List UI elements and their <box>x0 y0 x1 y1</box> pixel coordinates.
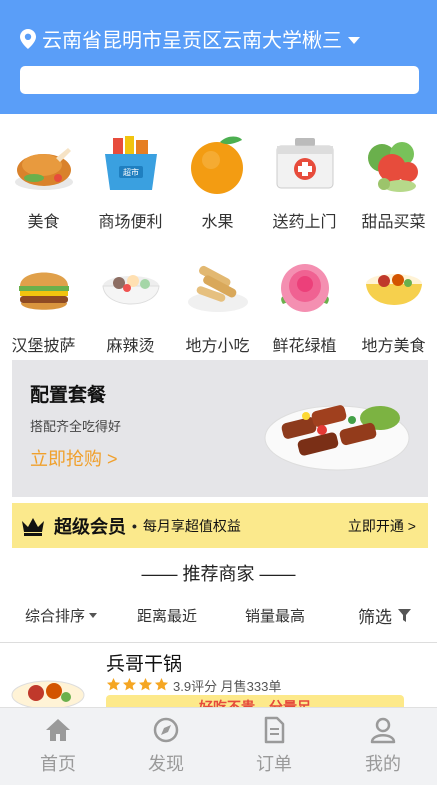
category-burger-pizza[interactable]: 汉堡披萨 <box>0 256 87 356</box>
orange-icon <box>190 136 243 194</box>
sort-distance[interactable]: 距离最近 <box>137 605 197 626</box>
category-label: 地方美食 <box>361 338 426 355</box>
hamburger-icon <box>18 272 69 310</box>
shop-star-rating <box>106 677 170 692</box>
roast-chicken-icon <box>14 148 73 190</box>
category-local-snacks[interactable]: 地方小吃 <box>174 256 261 356</box>
category-convenience-store[interactable]: 超市 商场便利 <box>87 132 174 232</box>
spicy-hotpot-bowl-icon <box>101 275 160 305</box>
star-icon <box>106 677 121 691</box>
category-label: 地方小吃 <box>185 338 250 355</box>
member-subtitle: 每月享超值权益 <box>142 517 241 534</box>
category-label: 送药上门 <box>272 214 337 231</box>
tab-label: 首页 <box>40 754 76 774</box>
category-label: 汉堡披萨 <box>11 338 76 355</box>
compass-icon <box>153 717 179 743</box>
promo-banner[interactable]: 配置套餐 搭配齐全吃得好 立即抢购 > <box>12 360 428 497</box>
promo-buy-button[interactable]: 立即抢购 > <box>30 445 118 471</box>
tab-label: 发现 <box>148 754 184 774</box>
category-label: 麻辣烫 <box>106 338 155 355</box>
chevron-down-icon <box>89 613 98 618</box>
location-selector[interactable]: 云南省昆明市呈贡区云南大学楸三 <box>20 24 360 53</box>
shop-rating-text: 3.9评分 月售333单 <box>173 679 282 694</box>
rose-icon <box>280 264 329 312</box>
category-label: 甜品买菜 <box>361 214 426 231</box>
rice-bowl-icon <box>365 274 422 305</box>
category-medicine[interactable]: 送药上门 <box>261 132 348 232</box>
category-dessert-grocery[interactable]: 甜品买菜 <box>350 132 437 232</box>
sort-filter-bar: 综合排序 距离最近 销量最高 筛选 <box>0 595 437 635</box>
shopping-basket-icon: 超市 <box>104 136 157 190</box>
tab-label: 订单 <box>256 754 292 774</box>
member-title: 超级会员 <box>54 516 126 537</box>
member-separator: • <box>132 517 137 534</box>
crown-icon <box>22 517 44 536</box>
location-text: 云南省昆明市呈贡区云南大学楸三 <box>42 30 342 52</box>
shop-card[interactable]: 兵哥干锅 3.9评分 月售333单 好吃不贵，分量足 <box>0 643 437 713</box>
category-malatang[interactable]: 麻辣烫 <box>87 256 174 356</box>
tab-discover[interactable]: 发现 <box>126 716 206 776</box>
category-fruit[interactable]: 水果 <box>174 132 261 232</box>
star-icon <box>138 677 153 691</box>
tab-label: 我的 <box>365 754 401 774</box>
document-icon <box>264 716 285 744</box>
bottom-tab-bar: 首页 发现 订单 我的 <box>0 707 437 785</box>
sort-sales[interactable]: 销量最高 <box>245 605 305 626</box>
star-icon <box>122 677 137 691</box>
funnel-icon <box>398 609 411 622</box>
search-input[interactable] <box>20 66 419 94</box>
category-label: 商场便利 <box>98 214 163 231</box>
category-label: 鲜花绿植 <box>272 338 337 355</box>
star-icon <box>154 677 169 691</box>
sales-label: 销量最高 <box>245 608 306 625</box>
tab-me[interactable]: 我的 <box>343 716 423 776</box>
filter-button[interactable]: 筛选 <box>358 603 411 628</box>
category-label: 美食 <box>27 214 60 231</box>
location-pin-icon <box>20 28 36 49</box>
distance-label: 距离最近 <box>137 608 198 625</box>
filter-label: 筛选 <box>358 608 392 627</box>
category-flowers-plants[interactable]: 鲜花绿植 <box>261 256 348 356</box>
recommended-shops-heading: —— 推荐商家 —— <box>141 564 296 584</box>
tab-orders[interactable]: 订单 <box>234 716 314 776</box>
spring-rolls-icon <box>187 265 248 312</box>
home-icon <box>46 719 70 741</box>
shop-name: 兵哥干锅 <box>106 654 183 675</box>
category-food[interactable]: 美食 <box>0 132 87 232</box>
activate-member-button[interactable]: 立即开通 > <box>348 516 416 536</box>
promo-subtitle: 搭配齐全吃得好 <box>30 419 122 434</box>
svg-text:超市: 超市 <box>123 167 139 177</box>
vegetables-icon <box>367 142 418 192</box>
user-icon <box>370 717 396 744</box>
sort-label: 综合排序 <box>25 608 86 625</box>
skewer-plate-image <box>264 405 410 471</box>
promo-title: 配置套餐 <box>30 385 107 406</box>
category-label: 水果 <box>201 214 234 231</box>
medicine-box-icon <box>276 138 333 189</box>
super-member-bar[interactable]: 超级会员 • 每月享超值权益 立即开通 > <box>12 503 428 548</box>
category-local-cuisine[interactable]: 地方美食 <box>350 256 437 356</box>
tab-home[interactable]: 首页 <box>18 716 98 776</box>
chevron-down-icon <box>348 37 360 44</box>
header: 云南省昆明市呈贡区云南大学楸三 <box>0 0 437 114</box>
sort-dropdown[interactable]: 综合排序 <box>25 605 98 626</box>
